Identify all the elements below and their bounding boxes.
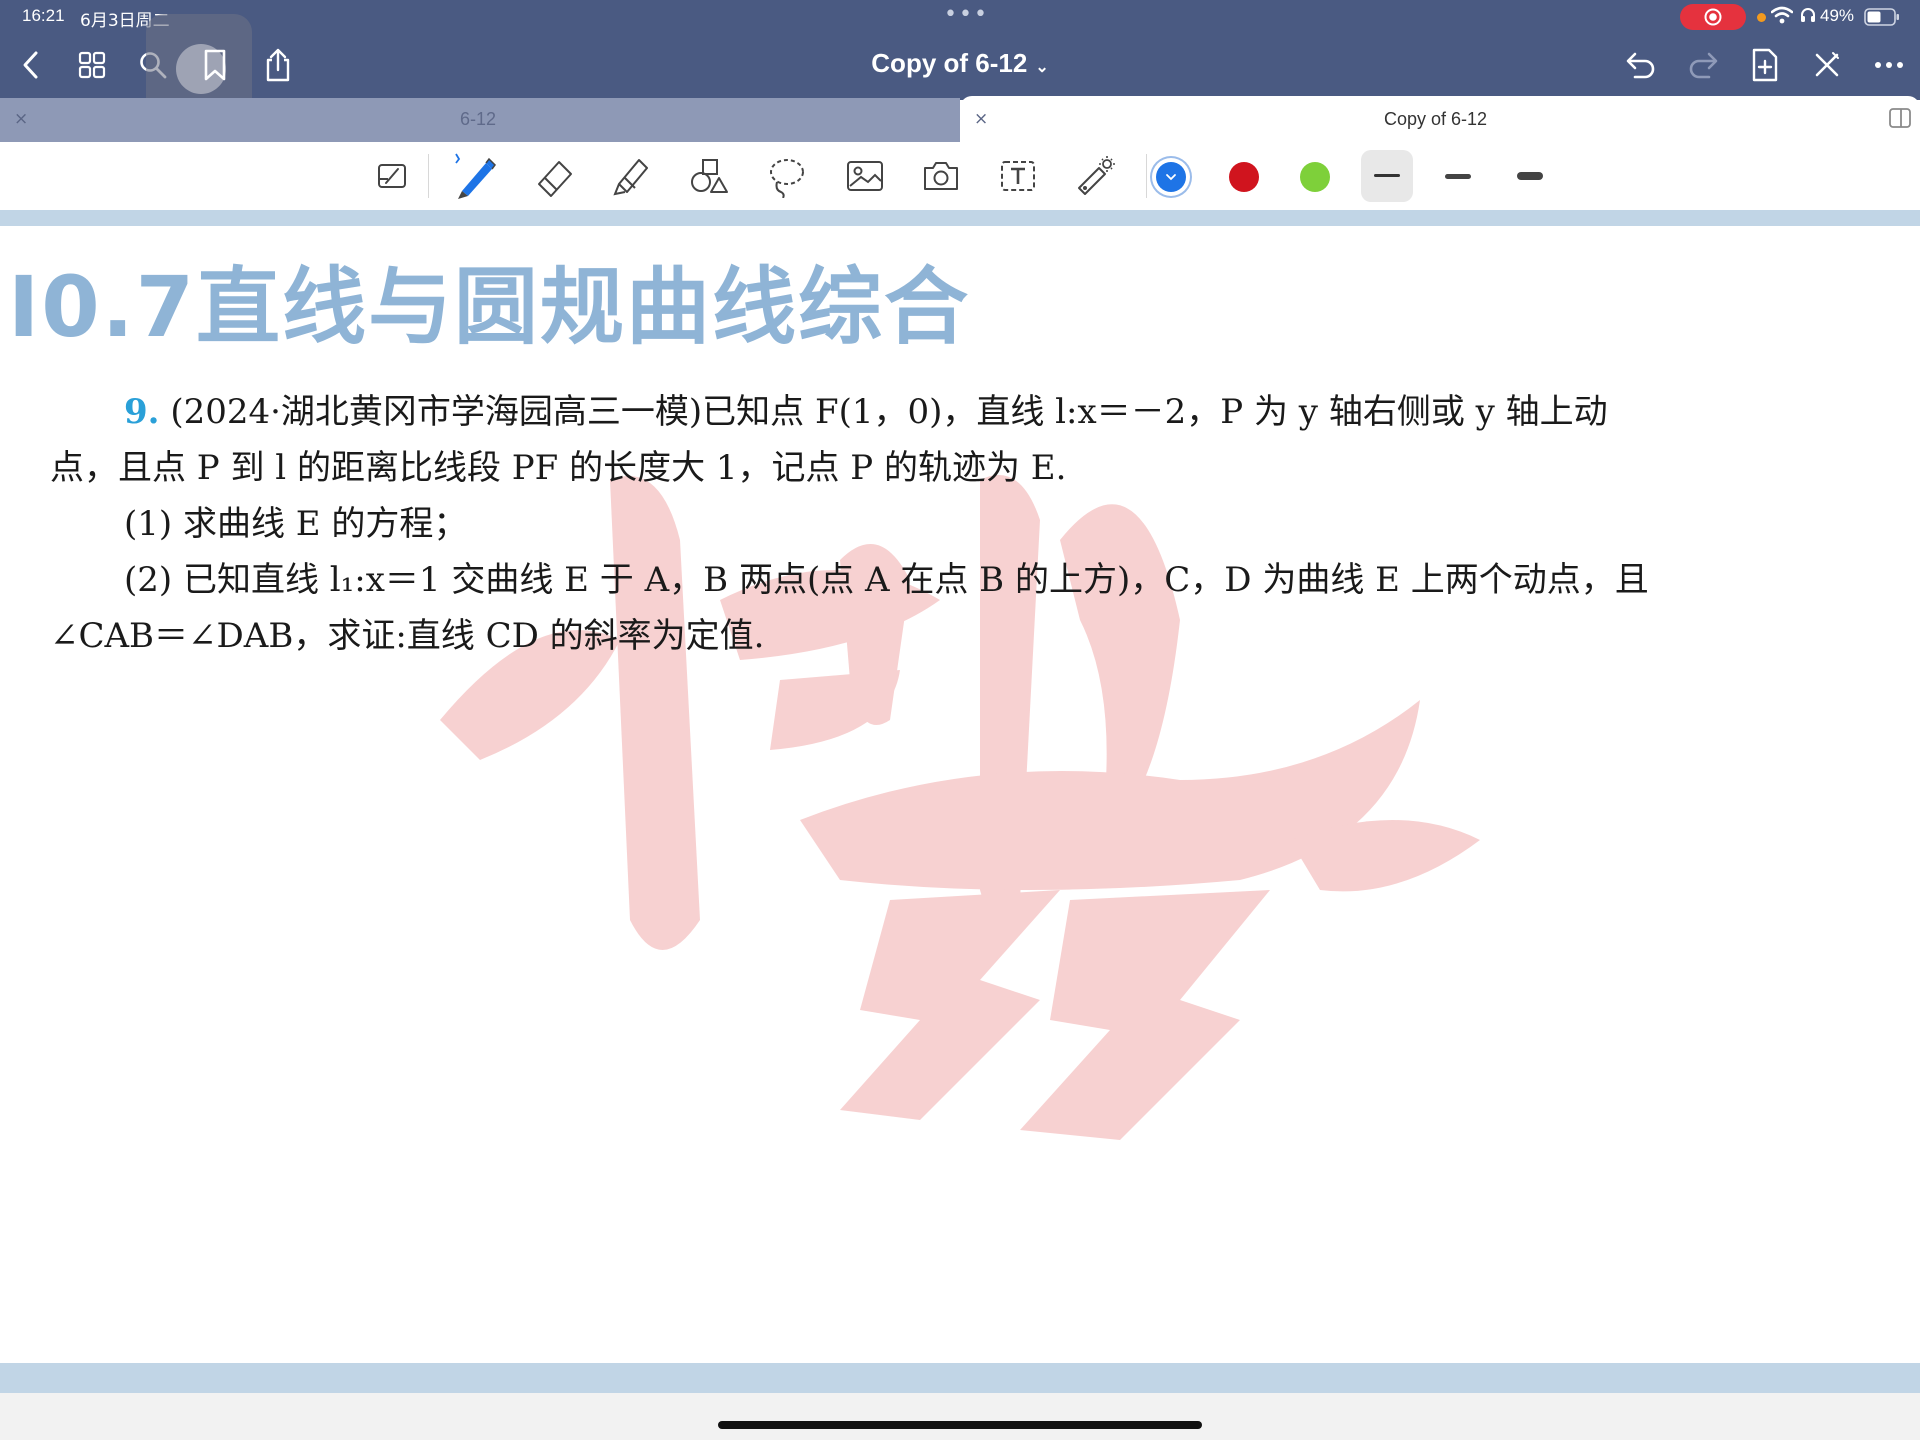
redo-button[interactable]: [1684, 46, 1722, 84]
chevron-down-icon: ⌄: [1035, 59, 1049, 76]
headphones-icon: [1801, 8, 1815, 22]
tab-copy-of-6-12[interactable]: × Copy of 6-12: [960, 96, 1920, 142]
question-part-1: (1) 求曲线 E 的方程；: [124, 504, 468, 544]
laser-pointer-tool[interactable]: [1070, 152, 1120, 200]
more-button[interactable]: [1870, 46, 1908, 84]
color-swatch-green[interactable]: [1300, 162, 1330, 192]
split-view-icon[interactable]: [1888, 106, 1912, 130]
battery-percent: 49%: [1820, 6, 1855, 25]
eraser-icon: [538, 161, 572, 197]
read-only-toggle[interactable]: [368, 152, 418, 200]
tab-close-icon[interactable]: ×: [14, 109, 28, 129]
close-icon: [1815, 52, 1839, 77]
camera-icon: [924, 162, 958, 190]
document-title: Copy of 6-12: [871, 48, 1028, 78]
thumbnails-button[interactable]: [73, 46, 111, 84]
stroke-thick-icon: [1517, 172, 1543, 180]
lasso-tool[interactable]: [762, 152, 812, 200]
more-icon: [1875, 62, 1903, 68]
grid-icon: [78, 51, 106, 79]
tab-strip: × 6-12 × Copy of 6-12: [0, 96, 1920, 142]
bookmark-icon: [204, 49, 226, 81]
add-page-button[interactable]: [1746, 46, 1784, 84]
annotation-toolbar: [0, 142, 1920, 210]
wifi-icon: [1771, 6, 1793, 24]
laser-pointer-icon: [1078, 156, 1115, 195]
tab-6-12[interactable]: × 6-12: [0, 98, 960, 142]
tab-close-icon[interactable]: ×: [974, 109, 988, 129]
screen-recording-indicator[interactable]: [1680, 4, 1746, 30]
undo-button[interactable]: [1622, 46, 1660, 84]
chevron-left-icon: [23, 51, 38, 79]
stroke-width-thin-button[interactable]: [1361, 150, 1413, 202]
image-tool[interactable]: [840, 152, 890, 200]
share-button[interactable]: [259, 46, 297, 84]
tab-label: Copy of 6-12: [1384, 109, 1488, 129]
section-title: I0.7直线与圆规曲线综合: [8, 258, 971, 356]
battery-icon: [1864, 8, 1899, 26]
question-text-line-1: (2024·湖北黄冈市学海园高三一模)已知点 F(1，0)，直线 l:x＝－2，…: [170, 392, 1608, 432]
color-swatch-blue[interactable]: [1156, 162, 1186, 192]
lasso-icon: [770, 159, 804, 198]
question-number: 9.: [124, 392, 160, 432]
undo-icon: [1626, 52, 1655, 79]
question-line-1: 9. (2024·湖北黄冈市学海园高三一模)已知点 F(1，0)，直线 l:x＝…: [124, 384, 1608, 433]
text-tool[interactable]: [993, 152, 1043, 200]
stroke-width-medium-button[interactable]: [1432, 150, 1484, 202]
stroke-medium-icon: [1445, 174, 1471, 179]
tab-label: 6-12: [460, 109, 497, 129]
redo-icon: [1689, 52, 1718, 79]
home-indicator[interactable]: [718, 1421, 1202, 1429]
page-footer-band: [0, 1363, 1920, 1393]
pen-tool[interactable]: [448, 152, 498, 200]
question-part-2-line-2: ∠CAB＝∠DAB，求证:直线 CD 的斜率为定值.: [50, 616, 765, 656]
mic-in-use-dot: [1757, 13, 1766, 22]
chevron-down-icon: [1166, 174, 1176, 181]
image-icon: [847, 161, 883, 191]
add-page-icon: [1752, 48, 1778, 82]
document-title-button[interactable]: Copy of 6-12 ⌄: [760, 48, 1160, 79]
exit-edit-button[interactable]: [1808, 46, 1846, 84]
page-header-band: [0, 210, 1920, 226]
text-box-icon: [1001, 161, 1035, 191]
bookmark-button[interactable]: [196, 46, 234, 84]
shapes-tool[interactable]: [684, 152, 734, 200]
highlighter-tool[interactable]: [606, 152, 656, 200]
toolbar-divider: [1146, 154, 1147, 198]
eraser-tool[interactable]: [530, 152, 580, 200]
camera-tool[interactable]: [916, 152, 966, 200]
color-swatch-red[interactable]: [1229, 162, 1259, 192]
multitask-dots-icon[interactable]: •••: [944, 2, 989, 27]
question-part-2: (2) 已知直线 l₁:x＝1 交曲线 E 于 A，B 两点(点 A 在点 B …: [124, 560, 1649, 600]
tablet-pen-icon: [378, 164, 406, 188]
question-line-2: 点，且点 P 到 l 的距离比线段 PF 的长度大 1，记点 P 的轨迹为 E.: [50, 448, 1067, 488]
back-button[interactable]: [12, 46, 50, 84]
record-icon: [1704, 8, 1722, 26]
page-gap: [0, 1393, 1920, 1440]
toolbar-divider: [428, 154, 429, 198]
stroke-width-thick-button[interactable]: [1504, 150, 1556, 202]
shapes-icon: [691, 159, 728, 193]
brush-logo-watermark: [440, 475, 1480, 1140]
share-icon: [266, 48, 290, 82]
stroke-thin-icon: [1374, 174, 1400, 177]
pen-icon: [455, 153, 496, 199]
status-time: 16:21: [22, 6, 65, 25]
highlighter-icon: [613, 159, 648, 196]
